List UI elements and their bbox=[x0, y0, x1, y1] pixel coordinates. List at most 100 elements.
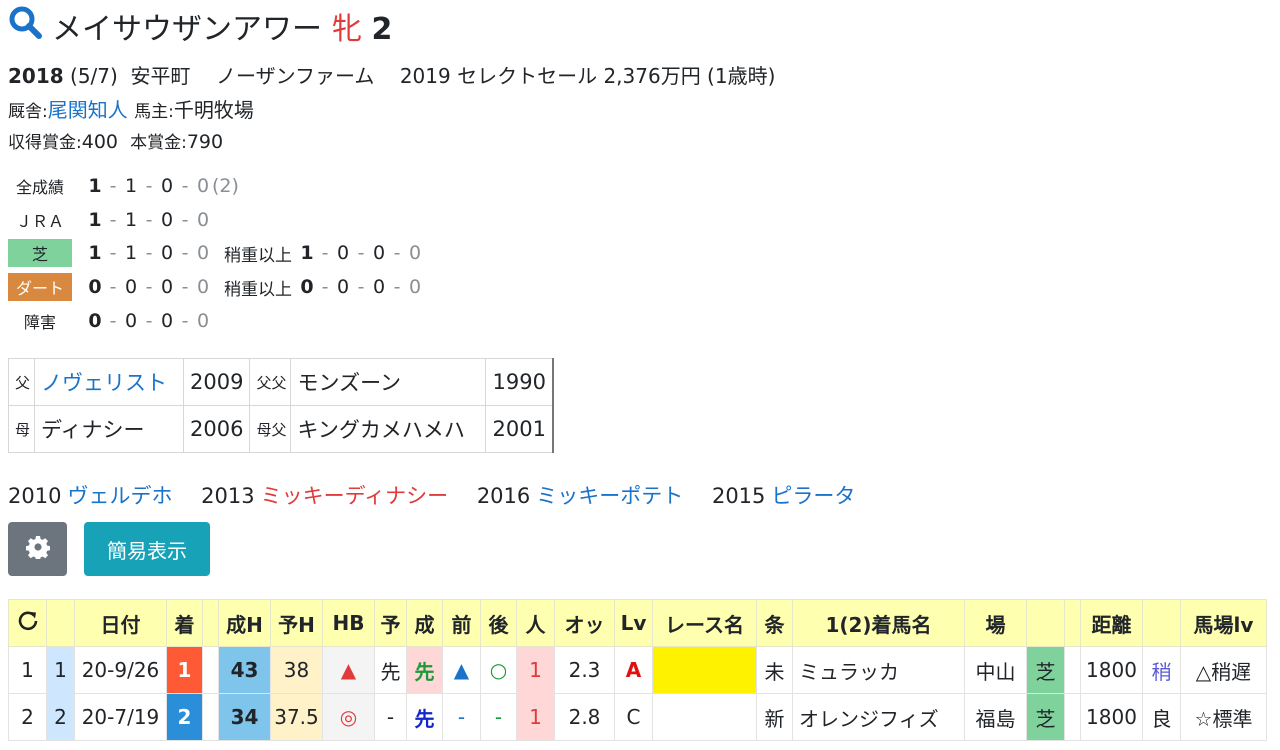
cell bbox=[202, 646, 219, 694]
record-value: 0 bbox=[336, 276, 350, 298]
cell: 先 bbox=[406, 646, 443, 694]
col-header[interactable]: 場 bbox=[964, 599, 1027, 647]
dam-sire: キングカメハメハ bbox=[290, 405, 487, 453]
sibling-link[interactable]: ヴェルデホ bbox=[67, 484, 172, 508]
pedigree-key: 母 bbox=[7, 405, 36, 453]
col-header[interactable]: 馬場lv bbox=[1180, 599, 1267, 647]
main-prize-value: 790 bbox=[186, 131, 224, 153]
record-label: 障害 bbox=[23, 313, 56, 332]
col-header[interactable]: レース名 bbox=[652, 599, 757, 647]
horse-sex: 牝 bbox=[332, 12, 362, 47]
record-label: 全成績 bbox=[15, 178, 64, 197]
dam-name: ディナシー bbox=[34, 405, 185, 453]
record-row-jra: ＪＲＡ 1-1-0-0 bbox=[8, 205, 212, 235]
record-extra: (2) bbox=[212, 175, 239, 197]
record-value: 0 bbox=[196, 310, 210, 332]
col-header[interactable]: 距離 bbox=[1080, 599, 1143, 647]
popularity: 1 bbox=[516, 646, 555, 694]
col-header-finish[interactable]: 着 bbox=[166, 599, 203, 647]
rival-horse[interactable]: ミュラッカ bbox=[792, 646, 965, 694]
sire-sire: モンズーン bbox=[290, 358, 487, 406]
col-header bbox=[1064, 599, 1081, 647]
pedigree-key: 父 bbox=[7, 358, 36, 406]
row-index: 1 bbox=[46, 646, 75, 694]
table-row[interactable]: 2 2 20-7/19 2 34 37.5 ◎ - 先 - - 1 2.8 C … bbox=[8, 693, 1267, 741]
record-label-dirt: ダート bbox=[8, 273, 72, 301]
page-title: メイサウザンアワー 牝 2 bbox=[8, 5, 392, 47]
birth-region: 安平町 bbox=[130, 64, 191, 88]
col-header[interactable]: Lv bbox=[614, 599, 653, 647]
sibling-link[interactable]: ピラータ bbox=[771, 484, 855, 508]
cell bbox=[202, 693, 219, 741]
record-value: 0 bbox=[196, 175, 210, 197]
col-header[interactable]: 予H bbox=[270, 599, 323, 647]
going: 良 bbox=[1142, 693, 1181, 741]
record-value: 0 bbox=[408, 276, 422, 298]
cell: ▲ bbox=[322, 646, 375, 694]
col-header[interactable]: 条 bbox=[756, 599, 793, 647]
sibling-link[interactable]: ミッキーポテト bbox=[536, 484, 683, 508]
race-table: 日付 着 成H 予H HB 予 成 前 後 人 オッ Lv レース名 条 1(2… bbox=[8, 599, 1267, 741]
record-value: 0 bbox=[408, 242, 422, 264]
record-value: 1 bbox=[124, 242, 138, 264]
pedigree-row-dam: 母 ディナシー 2006 母父 キングカメハメハ 2001 bbox=[7, 405, 554, 453]
settings-button[interactable] bbox=[8, 522, 67, 576]
record-value: 0 bbox=[196, 276, 210, 298]
record-value: 1 bbox=[124, 209, 138, 231]
record-row-turf: 芝 1-1-0-0 稍重以上 1-0-0-0 bbox=[8, 238, 424, 268]
record-value: 1 bbox=[88, 242, 102, 264]
cell: ◎ bbox=[322, 693, 375, 741]
col-header bbox=[202, 599, 219, 647]
record-value: 0 bbox=[88, 310, 102, 332]
horse-name: メイサウザンアワー bbox=[52, 12, 322, 47]
finish-position: 2 bbox=[166, 693, 203, 741]
race-date: 20-9/26 bbox=[74, 646, 167, 694]
surface: 芝 bbox=[1026, 646, 1065, 694]
record-value: 0 bbox=[88, 276, 102, 298]
col-header[interactable]: HB bbox=[322, 599, 375, 647]
col-header[interactable]: 後 bbox=[480, 599, 517, 647]
record-sub-label: 稍重以上 bbox=[224, 245, 292, 266]
birth-date: (5/7) bbox=[70, 64, 118, 88]
condition: 未 bbox=[756, 646, 793, 694]
cell: 34 bbox=[218, 693, 271, 741]
col-header[interactable]: 成 bbox=[406, 599, 443, 647]
rival-horse[interactable]: オレンジフィズ bbox=[792, 693, 965, 741]
race-name[interactable] bbox=[652, 693, 757, 741]
cell: 43 bbox=[218, 646, 271, 694]
col-header[interactable]: オッ bbox=[554, 599, 615, 647]
sire-link[interactable]: ノヴェリスト bbox=[34, 358, 185, 406]
col-header[interactable]: 成H bbox=[218, 599, 271, 647]
col-header bbox=[46, 599, 75, 647]
col-header[interactable]: 人 bbox=[516, 599, 555, 647]
cell: - bbox=[374, 693, 407, 741]
record-value: 0 bbox=[124, 310, 138, 332]
col-header[interactable]: 1(2)着馬名 bbox=[792, 599, 965, 647]
col-header[interactable]: 前 bbox=[442, 599, 481, 647]
row-number: 1 bbox=[8, 646, 47, 694]
record-value: 0 bbox=[196, 242, 210, 264]
table-row[interactable]: 1 1 20-9/26 1 43 38 ▲ 先 先 ▲ ○ 1 2.3 A 未 … bbox=[8, 646, 1267, 694]
owner-label: 馬主: bbox=[134, 102, 174, 122]
col-header[interactable]: 予 bbox=[374, 599, 407, 647]
pedigree-year: 1990 bbox=[485, 358, 554, 406]
search-icon[interactable] bbox=[8, 5, 42, 47]
sibling-year: 2016 bbox=[476, 484, 531, 508]
record-value: 0 bbox=[196, 209, 210, 231]
finish-position: 1 bbox=[166, 646, 203, 694]
stable-label: 厩舎: bbox=[8, 102, 48, 122]
prize-info: 収得賞金:400 本賞金:790 bbox=[8, 128, 223, 153]
refresh-icon[interactable] bbox=[8, 599, 47, 647]
odds: 2.3 bbox=[554, 646, 615, 694]
simple-view-button[interactable]: 簡易表示 bbox=[84, 522, 210, 576]
cell: - bbox=[480, 693, 517, 741]
sibling-year: 2010 bbox=[8, 484, 62, 508]
trainer-link[interactable]: 尾関知人 bbox=[48, 98, 128, 122]
condition: 新 bbox=[756, 693, 793, 741]
col-header-date[interactable]: 日付 bbox=[74, 599, 167, 647]
distance: 1800 bbox=[1080, 693, 1143, 741]
birth-info: 2018 (5/7) 安平町 ノーザンファーム 2019 セレクトセール 2,3… bbox=[8, 60, 775, 89]
sibling-link[interactable]: ミッキーディナシー bbox=[261, 484, 449, 508]
record-value: 1 bbox=[88, 175, 102, 197]
race-name[interactable] bbox=[652, 646, 757, 694]
